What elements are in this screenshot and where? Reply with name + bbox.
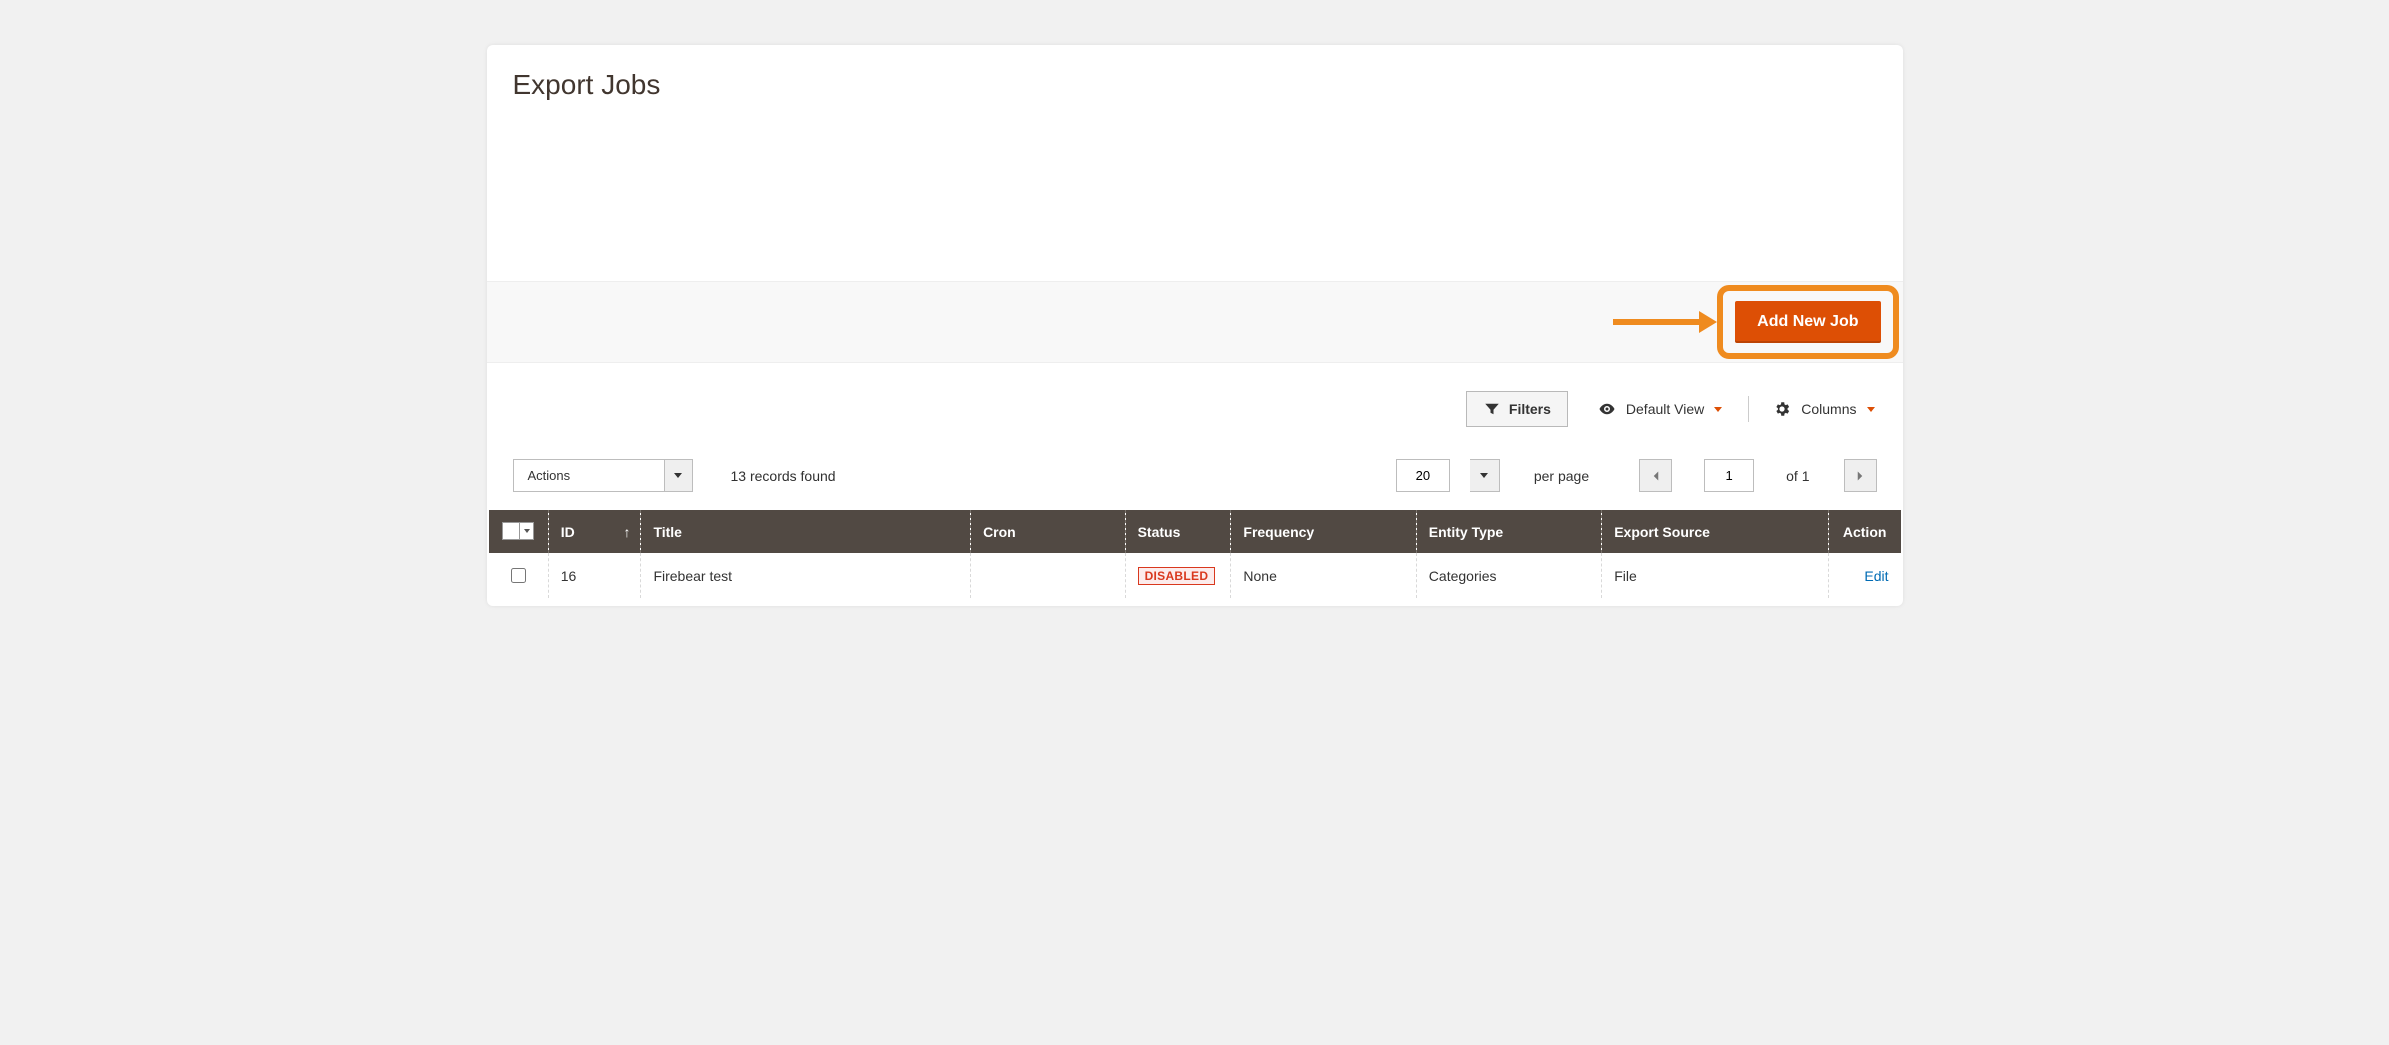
prev-page-button[interactable] (1639, 459, 1672, 492)
page-title: Export Jobs (487, 45, 1903, 111)
caret-down-icon (1714, 407, 1722, 412)
filters-button[interactable]: Filters (1466, 391, 1568, 427)
row-checkbox[interactable] (511, 568, 526, 583)
funnel-icon (1483, 400, 1501, 418)
edit-link[interactable]: Edit (1841, 568, 1889, 584)
current-page-input[interactable] (1704, 459, 1754, 492)
col-header-cron[interactable]: Cron (971, 510, 1126, 553)
bulk-actions-caret[interactable] (664, 460, 692, 491)
of-pages-label: of 1 (1786, 468, 1809, 484)
page-card: Export Jobs Add New Job Filters Default … (487, 45, 1903, 606)
header-spacer (487, 111, 1903, 281)
default-view-label: Default View (1626, 401, 1704, 417)
eye-icon (1598, 400, 1616, 418)
cell-status: DISABLED (1125, 553, 1231, 598)
jobs-table: ID ↑ Title Cron Status Frequency Entity … (489, 510, 1901, 598)
columns-label: Columns (1801, 401, 1856, 417)
caret-down-icon (1867, 407, 1875, 412)
checkbox-icon (503, 524, 519, 538)
col-header-export-source[interactable]: Export Source (1602, 510, 1829, 553)
default-view-button[interactable]: Default View (1596, 396, 1724, 422)
columns-button[interactable]: Columns (1748, 396, 1876, 422)
add-new-job-button[interactable]: Add New Job (1735, 301, 1880, 343)
table-row: 16 Firebear test DISABLED None Categorie… (489, 553, 1901, 598)
caret-down-icon (524, 529, 530, 533)
col-header-status[interactable]: Status (1125, 510, 1231, 553)
cell-id: 16 (548, 553, 641, 598)
page-size-dropdown[interactable] (1470, 459, 1500, 492)
filters-label: Filters (1509, 401, 1551, 417)
highlight-arrow (1613, 311, 1717, 333)
sort-asc-icon: ↑ (623, 524, 630, 540)
grid-controls: Actions 13 records found per page of 1 (487, 437, 1903, 510)
caret-down-icon (674, 473, 682, 478)
col-header-entity-type[interactable]: Entity Type (1416, 510, 1601, 553)
col-header-checkbox[interactable] (489, 510, 549, 553)
col-header-title[interactable]: Title (641, 510, 971, 553)
chevron-right-icon (1851, 467, 1869, 485)
bulk-actions-select[interactable]: Actions (513, 459, 693, 492)
cell-frequency: None (1231, 553, 1416, 598)
col-header-action: Action (1828, 510, 1900, 553)
col-header-id[interactable]: ID ↑ (548, 510, 641, 553)
cell-title: Firebear test (641, 553, 971, 598)
caret-down-icon (1480, 473, 1488, 478)
header-actions-bar: Add New Job (487, 281, 1903, 363)
per-page-label: per page (1534, 468, 1589, 484)
grid-toolbar: Filters Default View Columns (487, 363, 1903, 437)
checkbox-dropdown[interactable] (519, 523, 533, 539)
records-found-text: 13 records found (731, 468, 836, 484)
chevron-left-icon (1647, 467, 1665, 485)
cell-cron (971, 553, 1126, 598)
bulk-actions-label: Actions (514, 460, 664, 491)
cell-entity-type: Categories (1416, 553, 1601, 598)
highlight-frame: Add New Job (1717, 285, 1898, 359)
page-size-input[interactable] (1396, 459, 1450, 492)
cell-export-source: File (1602, 553, 1829, 598)
next-page-button[interactable] (1844, 459, 1877, 492)
gear-icon (1773, 400, 1791, 418)
col-header-frequency[interactable]: Frequency (1231, 510, 1416, 553)
status-badge: DISABLED (1138, 567, 1216, 585)
